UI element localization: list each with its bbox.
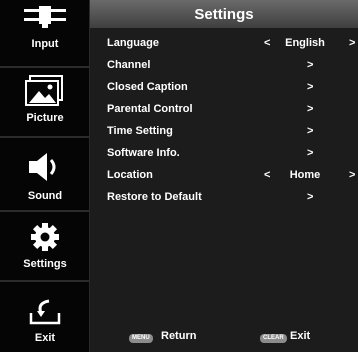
sidebar-item-sound[interactable]: Sound xyxy=(0,138,90,208)
left-arrow[interactable]: < xyxy=(264,37,270,49)
menu-item-parental-control[interactable]: Parental Control > xyxy=(90,100,358,122)
exit-arrow-icon xyxy=(29,293,61,329)
menu-item-label: Time Setting xyxy=(107,125,173,137)
menu-item-label: Closed Caption xyxy=(107,81,188,93)
right-arrow[interactable]: > xyxy=(307,59,313,71)
divider xyxy=(0,280,90,282)
footer: MENU Return CLEAR Exit xyxy=(90,324,358,352)
sidebar-item-exit[interactable]: Exit xyxy=(0,284,90,350)
right-arrow[interactable]: > xyxy=(349,37,355,49)
menu-item-label: Restore to Default xyxy=(107,191,202,203)
header: Settings xyxy=(90,0,358,28)
menu-item-value: English xyxy=(285,37,325,49)
right-arrow[interactable]: > xyxy=(349,169,355,181)
right-arrow[interactable]: > xyxy=(307,103,313,115)
right-arrow[interactable]: > xyxy=(307,81,313,93)
menu-item-closed-caption[interactable]: Closed Caption > xyxy=(90,78,358,100)
input-connector-icon xyxy=(22,3,68,35)
sidebar-item-label: Picture xyxy=(26,112,64,124)
menu-item-label: Language xyxy=(107,37,159,49)
menu-item-time-setting[interactable]: Time Setting > xyxy=(90,122,358,144)
sidebar-item-settings[interactable]: Settings xyxy=(0,210,90,276)
sidebar-item-label: Settings xyxy=(23,258,67,270)
menu-item-location[interactable]: Location < Home > xyxy=(90,166,358,188)
settings-menu: Language < English > Channel > Closed Ca… xyxy=(90,34,358,210)
menu-item-restore-default[interactable]: Restore to Default > xyxy=(90,188,358,210)
sidebar-item-label: Exit xyxy=(34,332,56,344)
menu-item-language[interactable]: Language < English > xyxy=(90,34,358,56)
speaker-icon xyxy=(27,147,63,187)
settings-panel: Settings Language < English > Channel > … xyxy=(90,0,358,352)
menu-item-label: Location xyxy=(107,169,153,181)
picture-icon xyxy=(25,73,65,109)
sidebar-item-label: Input xyxy=(31,38,59,50)
menu-item-value: Home xyxy=(289,169,321,181)
right-arrow[interactable]: > xyxy=(307,191,313,203)
page-title: Settings xyxy=(194,5,254,23)
right-arrow[interactable]: > xyxy=(307,147,313,159)
divider xyxy=(0,66,90,68)
sidebar-item-label: Sound xyxy=(27,190,63,202)
left-arrow[interactable]: < xyxy=(264,169,270,181)
menu-key-badge: MENU xyxy=(129,334,153,343)
menu-item-label: Parental Control xyxy=(107,103,193,115)
clear-key-badge: CLEAR xyxy=(260,334,287,343)
right-arrow[interactable]: > xyxy=(307,125,313,137)
exit-button[interactable]: Exit xyxy=(290,330,310,342)
menu-item-label: Channel xyxy=(107,59,151,71)
sidebar-item-picture[interactable]: Picture xyxy=(0,70,90,130)
return-button[interactable]: Return xyxy=(161,330,196,342)
menu-item-label: Software Info. xyxy=(107,147,180,159)
gear-icon xyxy=(29,219,61,255)
sidebar: Input Picture Sound Settings Exit xyxy=(0,0,90,352)
menu-item-channel[interactable]: Channel > xyxy=(90,56,358,78)
sidebar-item-input[interactable]: Input xyxy=(0,0,90,56)
menu-item-software-info[interactable]: Software Info. > xyxy=(90,144,358,166)
